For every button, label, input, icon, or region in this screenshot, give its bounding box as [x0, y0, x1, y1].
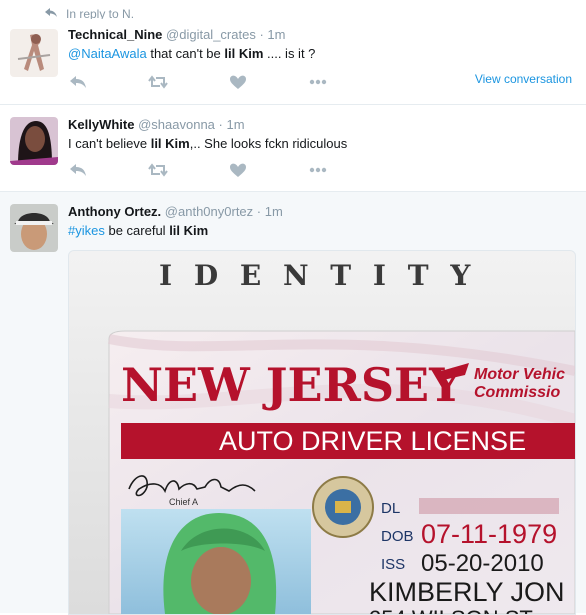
tweet-header: Anthony Ortez. @anth0ny0rtez · 1m [68, 204, 283, 219]
heart-icon[interactable] [228, 162, 248, 178]
text-segment: that can't be [146, 46, 225, 61]
mention-link[interactable]: @NaitaAwala [68, 46, 147, 61]
tweet-header: Technical_Nine @digital_crates · 1m [68, 27, 285, 42]
dob-value: 07-11-1979 [421, 519, 557, 549]
display-name[interactable]: KellyWhite [68, 117, 134, 132]
timestamp[interactable]: 1m [267, 27, 285, 42]
separator: · [256, 204, 262, 219]
text-segment: be careful [104, 223, 170, 238]
tweet-2[interactable]: KellyWhite @shaavonna · 1m I can't belie… [0, 105, 586, 192]
text-segment: ,.. She looks fckn ridiculous [189, 136, 348, 151]
tweet-media-image[interactable]: I D E N T I T Y NEW JERSEY Motor Vehic C… [68, 250, 576, 615]
handle[interactable]: @digital_crates [166, 27, 256, 42]
dl-label: DL [381, 500, 400, 517]
iss-label: ISS [381, 556, 405, 573]
handle[interactable]: @anth0ny0rtez [165, 204, 253, 219]
tweet-actions [68, 162, 368, 180]
avatar[interactable] [10, 29, 58, 77]
handle[interactable]: @shaavonna [138, 117, 215, 132]
tweet-text: @NaitaAwala that can't be lil Kim .... i… [68, 46, 315, 61]
dob-label: DOB [381, 528, 414, 545]
display-name[interactable]: Technical_Nine [68, 27, 162, 42]
avatar[interactable] [10, 117, 58, 165]
highlighted-term: lil Kim [150, 136, 190, 151]
timestamp[interactable]: 1m [265, 204, 283, 219]
avatar[interactable] [10, 204, 58, 252]
retweet-icon[interactable] [148, 74, 168, 90]
highlighted-term: lil Kim [224, 46, 264, 61]
display-name[interactable]: Anthony Ortez. [68, 204, 161, 219]
more-icon[interactable] [308, 162, 328, 178]
heart-icon[interactable] [228, 74, 248, 90]
reply-icon[interactable] [68, 162, 88, 178]
timestamp[interactable]: 1m [227, 117, 245, 132]
iss-value: 05-20-2010 [421, 550, 544, 577]
license-state-title: NEW JERSEY [121, 358, 463, 412]
hashtag-link[interactable]: #yikes [68, 223, 105, 238]
license-type: AUTO DRIVER LICENSE [219, 426, 526, 456]
more-icon[interactable] [308, 74, 328, 90]
tweet-1[interactable]: Technical_Nine @digital_crates · 1m @Nai… [0, 19, 586, 105]
separator: · [259, 27, 264, 42]
license-photo: I D E N T I T Y NEW JERSEY Motor Vehic C… [69, 251, 575, 614]
reply-icon[interactable] [68, 74, 88, 90]
agency-line-1: Motor Vehic [474, 366, 565, 383]
tweet-text: #yikes be careful lil Kim [68, 223, 208, 238]
retweet-icon[interactable] [148, 162, 168, 178]
view-conversation-link[interactable]: View conversation [475, 72, 572, 86]
dl-redacted [419, 498, 559, 514]
text-segment: I can't believe [68, 136, 151, 151]
highlighted-term: lil Kim [169, 223, 209, 238]
holder-name: KIMBERLY JON [369, 577, 565, 607]
text-segment: .... is it ? [263, 46, 316, 61]
agency-line-2: Commissio [474, 384, 560, 401]
identity-banner: I D E N T I T Y [159, 259, 476, 292]
separator: · [218, 117, 223, 132]
tweet-actions [68, 74, 368, 92]
chief-label: Chief A [169, 497, 198, 507]
tweet-header: KellyWhite @shaavonna · 1m [68, 117, 245, 132]
tweet-text: I can't believe lil Kim,.. She looks fck… [68, 136, 347, 151]
